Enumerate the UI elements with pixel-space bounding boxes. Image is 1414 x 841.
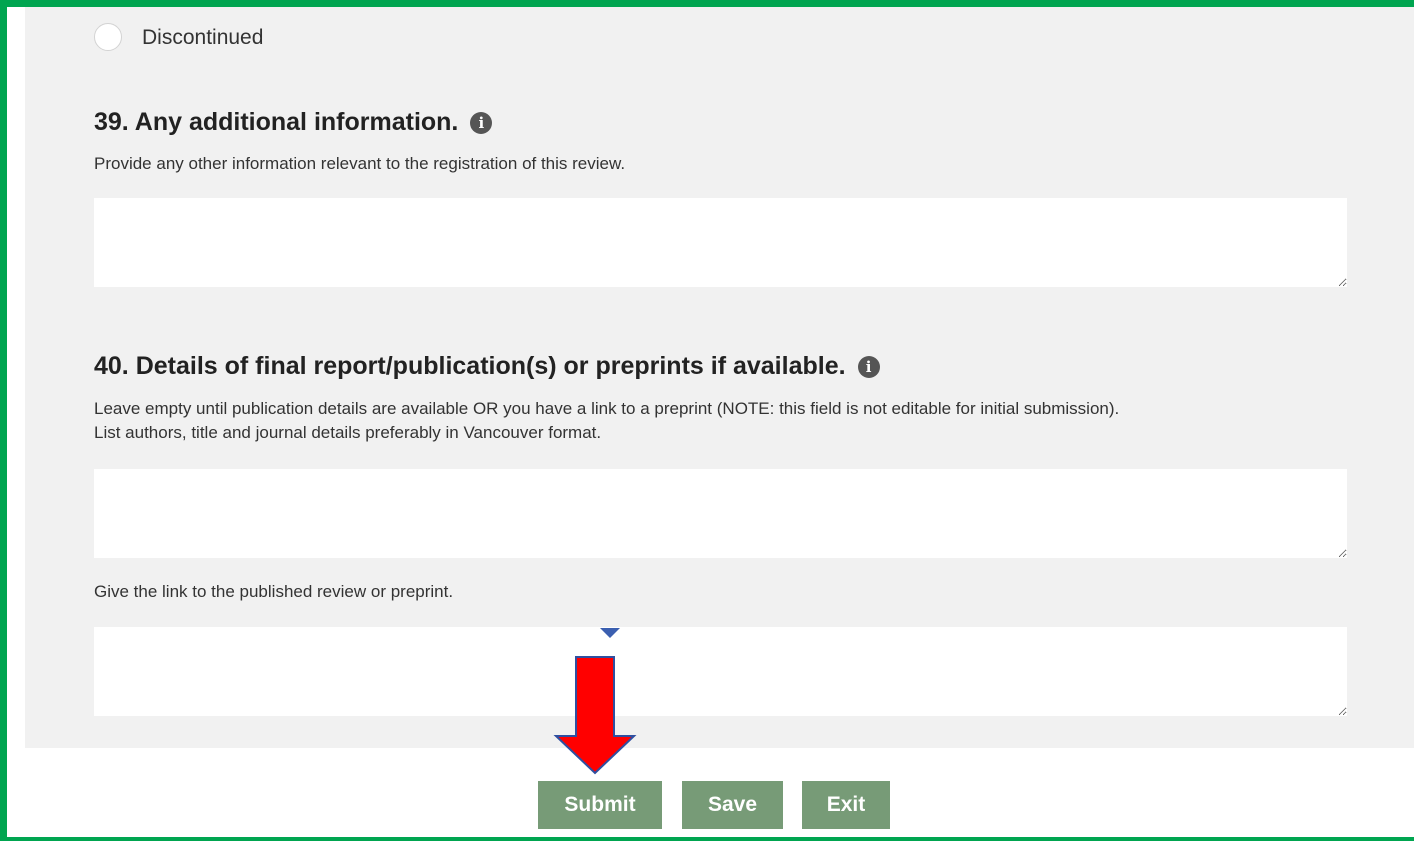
published-link-field[interactable] xyxy=(94,627,1347,716)
info-icon[interactable]: i xyxy=(857,355,880,378)
question-39-title-text: 39. Any additional information. xyxy=(94,108,459,136)
question-39-description: Provide any other information relevant t… xyxy=(94,154,626,173)
exit-button[interactable]: Exit xyxy=(802,781,890,829)
published-link-prompt: Give the link to the published review or… xyxy=(94,582,454,601)
radio-button[interactable] xyxy=(94,23,122,51)
question-39-title: 39. Any additional information. i xyxy=(94,108,493,137)
info-icon[interactable]: i xyxy=(470,111,493,134)
question-40-description: Leave empty until publication details ar… xyxy=(94,397,1119,445)
radio-label: Discontinued xyxy=(142,26,264,49)
final-report-details-field[interactable] xyxy=(94,469,1347,558)
question-40-title-text: 40. Details of final report/publication(… xyxy=(94,352,846,380)
question-40-description-line-1: Leave empty until publication details ar… xyxy=(94,399,1120,418)
additional-information-field[interactable] xyxy=(94,198,1347,287)
question-40-description-line-2: List authors, title and journal details … xyxy=(94,423,602,442)
question-40-title: 40. Details of final report/publication(… xyxy=(94,352,880,381)
submit-button[interactable]: Submit xyxy=(538,781,662,829)
save-button[interactable]: Save xyxy=(682,781,783,829)
